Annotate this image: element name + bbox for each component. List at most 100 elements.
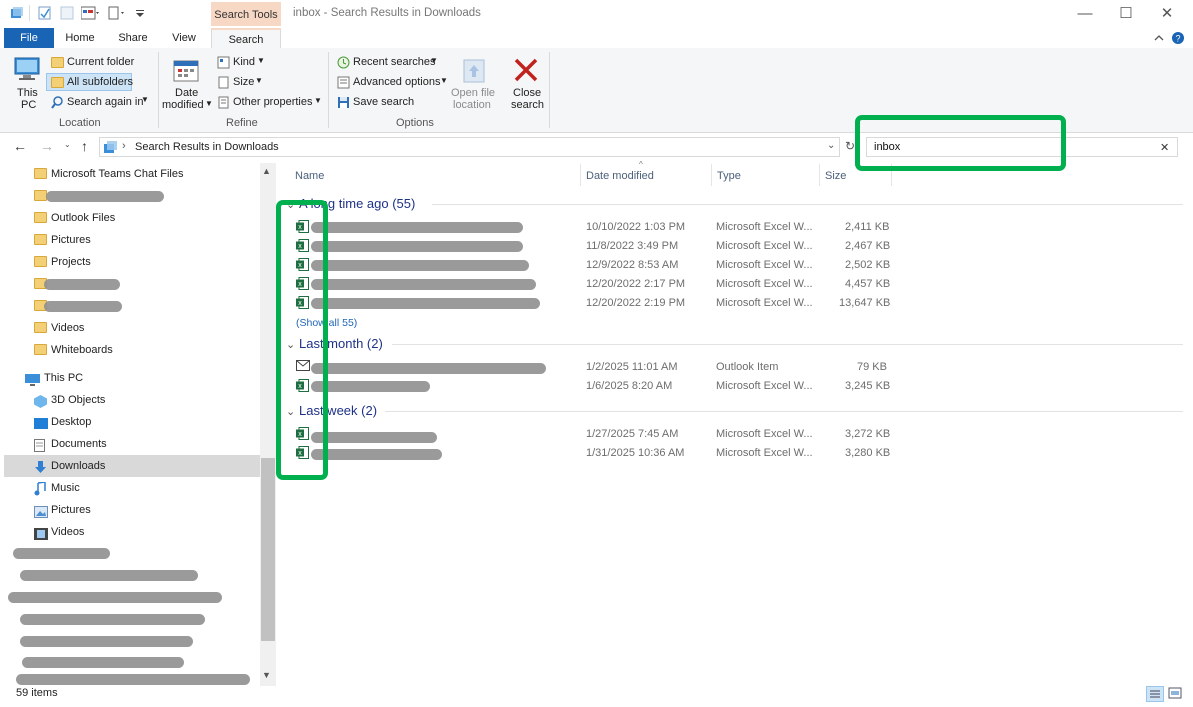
current-folder-icon xyxy=(51,57,64,68)
search-again-button[interactable]: Search again in xyxy=(67,96,143,108)
details-view-icon[interactable] xyxy=(1146,686,1164,702)
nav-item[interactable]: Videos xyxy=(4,317,260,339)
column-header-type[interactable]: Type xyxy=(717,166,741,188)
nav-item[interactable]: Documents xyxy=(4,433,260,455)
nav-item[interactable]: Whiteboards xyxy=(4,339,260,361)
scroll-up-icon[interactable]: ▲ xyxy=(262,166,271,176)
folder-icon xyxy=(34,212,47,223)
group-divider xyxy=(385,411,1183,412)
column-header-name[interactable]: Name xyxy=(295,166,324,188)
ribbon-tabs: File Home Share View Search ? xyxy=(0,28,1193,49)
column-divider[interactable] xyxy=(580,164,581,186)
nav-item[interactable]: Projects xyxy=(4,251,260,273)
tab-file[interactable]: File xyxy=(4,28,54,48)
back-arrow-icon[interactable]: ← xyxy=(13,138,27,154)
tab-home[interactable]: Home xyxy=(58,28,102,48)
tab-view[interactable]: View xyxy=(162,28,206,48)
save-icon xyxy=(337,96,350,112)
chevron-down-icon[interactable]: ▼ xyxy=(314,96,322,105)
nav-item[interactable]: Outlook Files xyxy=(4,207,260,229)
nav-item[interactable]: Desktop xyxy=(4,411,260,433)
advanced-options-button[interactable]: Advanced options xyxy=(353,76,440,88)
close-search-icon[interactable] xyxy=(513,57,539,86)
group-separator xyxy=(549,52,550,128)
chevron-down-icon[interactable]: ▼ xyxy=(257,56,265,65)
help-icon[interactable]: ? xyxy=(1171,31,1185,45)
date-modified-label-1[interactable]: Date xyxy=(175,87,198,99)
redacted-nav-item xyxy=(22,657,184,668)
redacted-file-name xyxy=(311,298,540,309)
refresh-icon[interactable]: ↻ xyxy=(845,139,855,153)
nav-item-downloads[interactable]: Downloads xyxy=(4,455,260,477)
nav-item[interactable]: Pictures xyxy=(4,229,260,251)
chevron-up-icon[interactable] xyxy=(1152,31,1166,45)
address-path[interactable]: Search Results in Downloads xyxy=(135,141,279,153)
column-header-date[interactable]: Date modified xyxy=(586,166,654,188)
chevron-down-icon[interactable]: ▼ xyxy=(440,76,448,85)
redacted-nav-item xyxy=(20,636,193,647)
column-divider[interactable] xyxy=(819,164,820,186)
date-modified-label-2[interactable]: modified xyxy=(162,99,204,111)
recent-searches-button[interactable]: Recent searches xyxy=(353,56,436,68)
date-cell: 1/27/2025 7:45 AM xyxy=(586,428,679,440)
view-customize-icon[interactable] xyxy=(80,6,101,20)
current-folder-button[interactable]: Current folder xyxy=(67,56,134,68)
chevron-down-icon[interactable]: ▼ xyxy=(430,56,438,65)
new-folder-icon[interactable] xyxy=(60,6,74,20)
nav-this-pc[interactable]: This PC xyxy=(4,367,260,389)
folder-icon xyxy=(34,344,47,355)
column-divider[interactable] xyxy=(711,164,712,186)
nav-item[interactable] xyxy=(4,273,260,295)
type-cell: Microsoft Excel W... xyxy=(716,259,813,271)
close-window-button[interactable]: ✕ xyxy=(1145,2,1189,26)
redacted-file-name xyxy=(311,241,523,252)
type-cell: Outlook Item xyxy=(716,361,779,373)
forward-arrow-icon[interactable]: → xyxy=(40,138,54,154)
close-search-label-2[interactable]: search xyxy=(511,99,544,111)
title-bar: Search Tools inbox - Search Results in D… xyxy=(0,0,1193,28)
nav-scrollbar-thumb[interactable] xyxy=(261,458,275,641)
size-cell: 3,245 KB xyxy=(845,380,891,392)
tab-share[interactable]: Share xyxy=(111,28,155,48)
close-search-label-1[interactable]: Close xyxy=(513,87,541,99)
size-cell: 2,411 KB xyxy=(845,221,890,233)
type-cell: Microsoft Excel W... xyxy=(716,278,813,290)
folder-icon xyxy=(34,256,47,267)
nav-item[interactable] xyxy=(4,185,260,207)
this-pc-label-2[interactable]: PC xyxy=(21,99,36,111)
clear-search-icon[interactable]: ✕ xyxy=(1160,141,1169,154)
customize-toolbar-icon[interactable] xyxy=(133,6,147,20)
size-button[interactable]: Size xyxy=(233,76,254,88)
redacted-label xyxy=(44,279,120,290)
nav-item[interactable]: Videos xyxy=(4,521,260,543)
new-item-icon[interactable] xyxy=(108,6,128,20)
scroll-down-icon[interactable]: ▼ xyxy=(262,670,271,680)
up-arrow-icon[interactable]: ↑ xyxy=(81,138,88,154)
nav-item[interactable]: Microsoft Teams Chat Files xyxy=(4,163,260,185)
recent-locations-chevron-icon[interactable]: ⌄ xyxy=(64,140,71,149)
column-header-size[interactable]: Size xyxy=(825,166,846,188)
large-icons-view-icon[interactable] xyxy=(1167,686,1185,702)
breadcrumb-chevron-icon[interactable]: › xyxy=(122,140,126,152)
chevron-down-icon[interactable]: ▼ xyxy=(141,95,149,104)
properties-icon[interactable] xyxy=(38,6,52,20)
tab-search[interactable]: Search xyxy=(211,28,281,48)
address-dropdown-icon[interactable]: ⌄ xyxy=(827,140,835,151)
type-cell: Microsoft Excel W... xyxy=(716,221,813,233)
nav-item[interactable]: 3D Objects xyxy=(4,389,260,411)
maximize-button[interactable]: ☐ xyxy=(1104,2,1148,26)
chevron-down-icon[interactable]: ▼ xyxy=(255,76,263,85)
chevron-down-icon[interactable]: ▼ xyxy=(205,99,213,108)
other-properties-button[interactable]: Other properties xyxy=(233,96,312,108)
address-box[interactable]: › Search Results in Downloads ⌄ xyxy=(99,137,840,157)
this-pc-label-1[interactable]: This xyxy=(17,87,38,99)
nav-item[interactable]: Music xyxy=(4,477,260,499)
minimize-button[interactable]: — xyxy=(1063,2,1107,26)
nav-item[interactable]: Pictures xyxy=(4,499,260,521)
save-search-button[interactable]: Save search xyxy=(353,96,414,108)
kind-button[interactable]: Kind xyxy=(233,56,255,68)
folder-icon xyxy=(34,322,47,333)
nav-item[interactable] xyxy=(4,295,260,317)
redacted-file-name xyxy=(311,260,529,271)
all-subfolders-label: All subfolders xyxy=(67,76,134,88)
